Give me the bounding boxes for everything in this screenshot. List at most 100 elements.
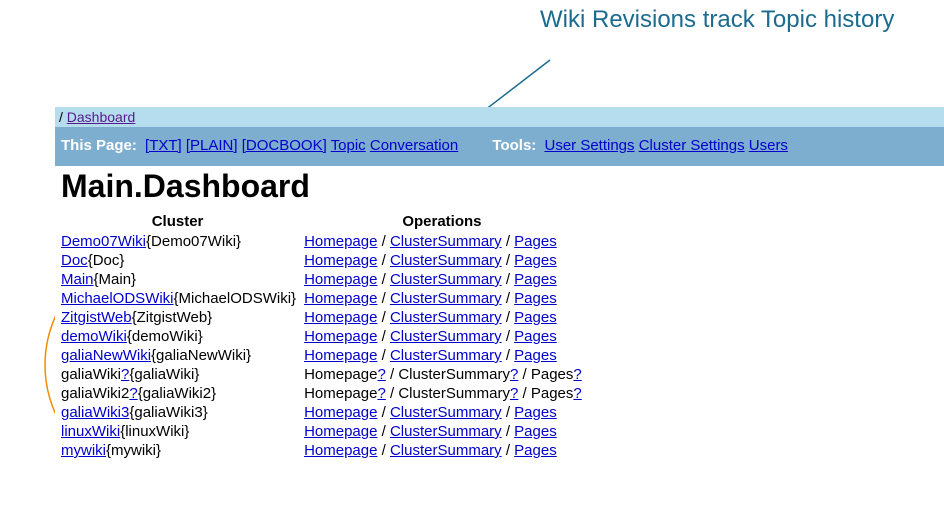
separator: / <box>502 290 515 307</box>
cluster-cell: galiaWiki3{galiaWiki3} <box>61 403 304 422</box>
cluster-q[interactable]: ? <box>129 385 137 402</box>
cluster-link[interactable]: MichaelODSWiki <box>61 290 174 307</box>
op-homepage-text: Homepage <box>304 366 377 383</box>
link-topic[interactable]: Topic <box>331 137 366 154</box>
cluster-link[interactable]: galiaNewWiki <box>61 347 151 364</box>
separator: / <box>386 366 399 383</box>
operations-cell: Homepage? / ClusterSummary? / Pages? <box>304 365 590 384</box>
separator: / <box>377 233 390 250</box>
op-pages[interactable]: Pages <box>514 252 557 269</box>
op-homepage-text: Homepage <box>304 385 377 402</box>
operations-cell: Homepage? / ClusterSummary? / Pages? <box>304 384 590 403</box>
op-homepage[interactable]: Homepage <box>304 271 377 288</box>
separator: / <box>502 347 515 364</box>
cluster-brace: {mywiki} <box>106 442 161 459</box>
cluster-link[interactable]: galiaWiki3 <box>61 404 129 421</box>
link-plain[interactable]: [PLAIN] <box>186 137 238 154</box>
cluster-cell: Doc{Doc} <box>61 251 304 270</box>
separator: / <box>377 309 390 326</box>
breadcrumb-dashboard[interactable]: Dashboard <box>67 109 136 125</box>
link-docbook[interactable]: [DOCBOOK] <box>242 137 327 154</box>
op-clustersummary[interactable]: ClusterSummary <box>390 442 502 459</box>
op-pages[interactable]: Pages <box>514 347 557 364</box>
cluster-link[interactable]: ZitgistWeb <box>61 309 132 326</box>
op-homepage[interactable]: Homepage <box>304 309 377 326</box>
link-cluster-settings[interactable]: Cluster Settings <box>639 137 745 154</box>
op-clustersummary[interactable]: ClusterSummary <box>390 252 502 269</box>
separator: / <box>377 328 390 345</box>
op-homepage[interactable]: Homepage <box>304 347 377 364</box>
operations-cell: Homepage / ClusterSummary / Pages <box>304 308 590 327</box>
op-clustersummary[interactable]: ClusterSummary <box>390 309 502 326</box>
separator: / <box>377 290 390 307</box>
separator: / <box>377 423 390 440</box>
op-homepage[interactable]: Homepage <box>304 290 377 307</box>
cluster-brace: {galiaWiki2} <box>138 385 216 402</box>
cluster-brace: {galiaWiki3} <box>129 404 207 421</box>
op-q[interactable]: ? <box>573 385 581 402</box>
separator: / <box>377 347 390 364</box>
separator: / <box>502 442 515 459</box>
cluster-brace: {MichaelODSWiki} <box>174 290 297 307</box>
table-row: linuxWiki{linuxWiki}Homepage / ClusterSu… <box>61 422 590 441</box>
op-homepage[interactable]: Homepage <box>304 404 377 421</box>
operations-cell: Homepage / ClusterSummary / Pages <box>304 346 590 365</box>
op-homepage[interactable]: Homepage <box>304 328 377 345</box>
separator: / <box>377 271 390 288</box>
separator: / <box>502 423 515 440</box>
cluster-link[interactable]: demoWiki <box>61 328 127 345</box>
col-header-operations: Operations <box>304 211 590 232</box>
cluster-cell: ZitgistWeb{ZitgistWeb} <box>61 308 304 327</box>
op-clustersummary[interactable]: ClusterSummary <box>390 233 502 250</box>
cluster-link[interactable]: Demo07Wiki <box>61 233 146 250</box>
link-user-settings[interactable]: User Settings <box>544 137 634 154</box>
op-clustersummary[interactable]: ClusterSummary <box>390 290 502 307</box>
cluster-cell: mywiki{mywiki} <box>61 441 304 460</box>
link-conversation[interactable]: Conversation <box>370 137 458 154</box>
op-homepage[interactable]: Homepage <box>304 442 377 459</box>
cluster-link[interactable]: linuxWiki <box>61 423 120 440</box>
op-clustersummary-text: ClusterSummary <box>398 366 510 383</box>
op-pages[interactable]: Pages <box>514 309 557 326</box>
cluster-name: galiaWiki2 <box>61 385 129 402</box>
op-homepage[interactable]: Homepage <box>304 252 377 269</box>
cluster-brace: {Demo07Wiki} <box>146 233 241 250</box>
link-users[interactable]: Users <box>749 137 788 154</box>
separator: / <box>502 271 515 288</box>
op-pages[interactable]: Pages <box>514 271 557 288</box>
op-pages[interactable]: Pages <box>514 404 557 421</box>
op-q[interactable]: ? <box>377 366 385 383</box>
cluster-link[interactable]: Doc <box>61 252 88 269</box>
op-clustersummary[interactable]: ClusterSummary <box>390 404 502 421</box>
cluster-link[interactable]: Main <box>61 271 94 288</box>
cluster-brace: {Main} <box>94 271 137 288</box>
op-pages[interactable]: Pages <box>514 442 557 459</box>
breadcrumb: / Dashboard <box>55 107 944 127</box>
cluster-link[interactable]: mywiki <box>61 442 106 459</box>
separator: / <box>518 366 531 383</box>
operations-cell: Homepage / ClusterSummary / Pages <box>304 327 590 346</box>
cluster-cell: galiaWiki?{galiaWiki} <box>61 365 304 384</box>
op-pages[interactable]: Pages <box>514 328 557 345</box>
op-clustersummary[interactable]: ClusterSummary <box>390 347 502 364</box>
op-q[interactable]: ? <box>573 366 581 383</box>
cluster-cell: Demo07Wiki{Demo07Wiki} <box>61 232 304 251</box>
content-area: Main.Dashboard Cluster Operations Demo07… <box>55 166 944 460</box>
op-pages[interactable]: Pages <box>514 423 557 440</box>
page-title: Main.Dashboard <box>61 168 938 205</box>
op-homepage[interactable]: Homepage <box>304 233 377 250</box>
table-row: galiaWiki3{galiaWiki3}Homepage / Cluster… <box>61 403 590 422</box>
op-pages[interactable]: Pages <box>514 290 557 307</box>
link-txt[interactable]: [TXT] <box>145 137 182 154</box>
op-clustersummary[interactable]: ClusterSummary <box>390 271 502 288</box>
table-row: demoWiki{demoWiki}Homepage / ClusterSumm… <box>61 327 590 346</box>
op-q[interactable]: ? <box>377 385 385 402</box>
op-pages-text: Pages <box>531 366 574 383</box>
cluster-table: Cluster Operations Demo07Wiki{Demo07Wiki… <box>61 211 590 460</box>
op-homepage[interactable]: Homepage <box>304 423 377 440</box>
separator: / <box>377 252 390 269</box>
op-pages[interactable]: Pages <box>514 233 557 250</box>
op-clustersummary[interactable]: ClusterSummary <box>390 423 502 440</box>
op-clustersummary[interactable]: ClusterSummary <box>390 328 502 345</box>
cluster-name: galiaWiki <box>61 366 121 383</box>
